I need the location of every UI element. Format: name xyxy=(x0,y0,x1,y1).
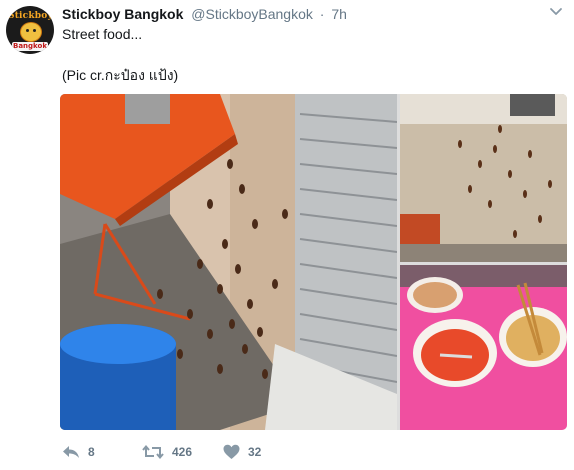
photo-wall-insects[interactable] xyxy=(400,94,567,262)
tweet-timestamp[interactable]: 7h xyxy=(331,6,347,22)
avatar-logo-text: Stickboy xyxy=(8,11,53,21)
like-count: 32 xyxy=(248,445,262,459)
chevron-down-icon[interactable] xyxy=(548,3,564,19)
retweet-icon xyxy=(142,444,164,460)
display-name[interactable]: Stickboy Bangkok xyxy=(62,6,183,22)
like-button[interactable]: 32 xyxy=(223,440,261,464)
heart-icon xyxy=(223,444,240,460)
photo-street-wall[interactable] xyxy=(60,94,397,430)
retweet-count: 426 xyxy=(172,445,193,459)
tweet: Stickboy Bangkok Stickboy Bangkok @Stick… xyxy=(0,0,574,470)
reply-icon xyxy=(62,444,80,460)
photo-noodle-bowls[interactable] xyxy=(400,265,567,430)
user-handle[interactable]: @StickboyBangkok xyxy=(191,6,313,22)
separator-dot: · xyxy=(319,6,325,22)
tweet-text-line-2: (Pic cr.กะป๋อง แป้ง) xyxy=(62,67,179,83)
tweet-header: Stickboy Bangkok @StickboyBangkok · 7h xyxy=(62,4,347,24)
tweet-text-line-1: Street food... xyxy=(62,26,143,42)
reply-count: 8 xyxy=(88,445,95,459)
reply-button[interactable]: 8 xyxy=(62,440,95,464)
avatar-face-icon xyxy=(20,22,42,42)
avatar-logo-subtext: Bangkok xyxy=(12,42,48,51)
tweet-media xyxy=(60,94,567,430)
retweet-button[interactable]: 426 xyxy=(142,440,192,464)
tweet-actions: 8 426 32 xyxy=(60,440,360,464)
avatar[interactable]: Stickboy Bangkok xyxy=(6,6,54,54)
